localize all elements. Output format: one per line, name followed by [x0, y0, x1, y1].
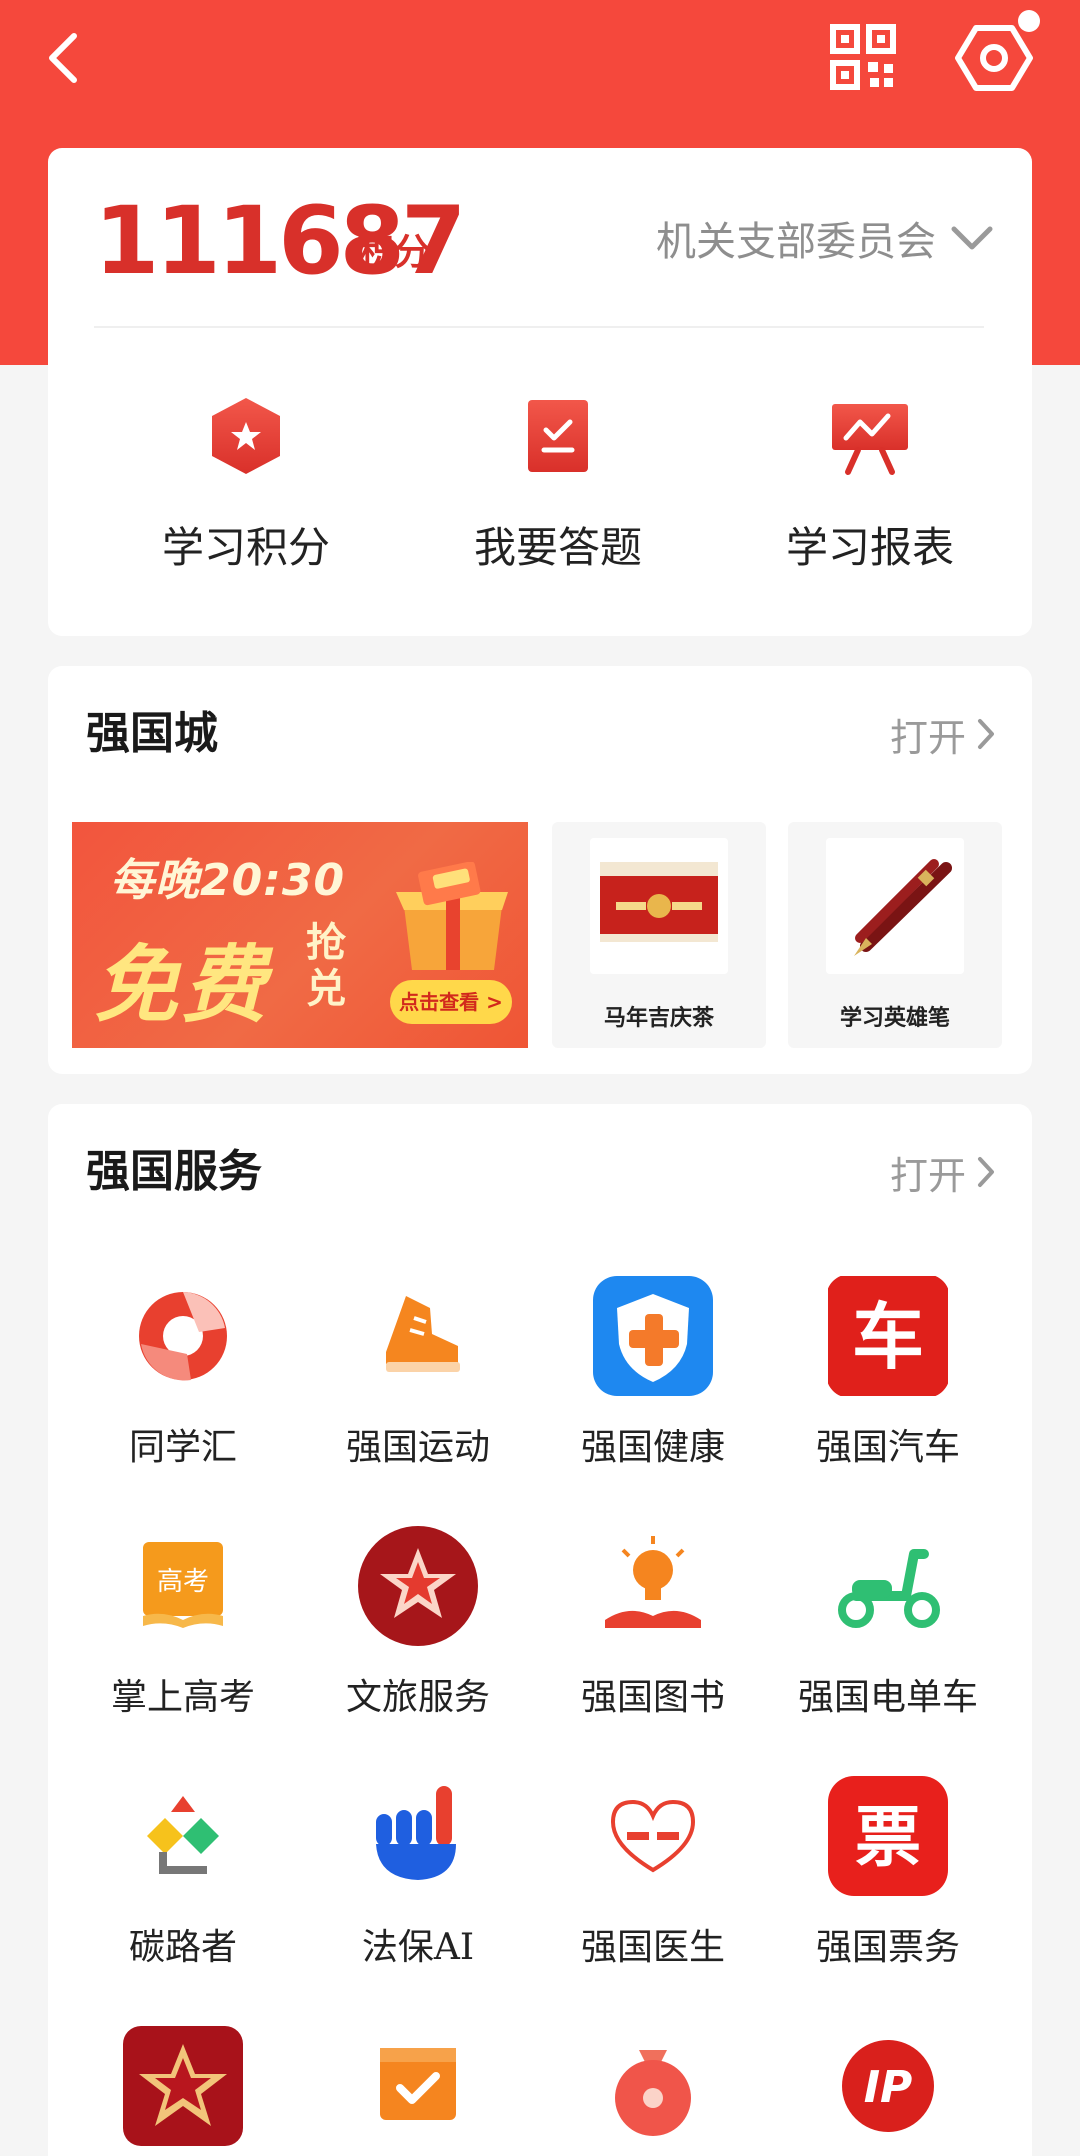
open-label: 打开 [889, 715, 966, 760]
chevron-left-icon [49, 33, 77, 83]
health-shield-icon [593, 1276, 713, 1396]
tea-box-image [590, 838, 728, 974]
service-item[interactable] [66, 2024, 300, 2156]
carbon-shapes-icon [147, 1796, 219, 1874]
service-item[interactable]: IP [771, 2024, 1005, 2156]
ip-circle-icon: IP [842, 2040, 934, 2132]
report-board-icon [832, 404, 908, 475]
divider [94, 326, 984, 328]
notification-dot [1018, 10, 1040, 32]
service-label: 法保AI [361, 1927, 475, 1968]
service-item[interactable]: 强国运动 [301, 1274, 535, 1494]
raised-hand-icon [376, 1786, 456, 1880]
fountain-pen-image [826, 838, 964, 974]
service-item[interactable] [536, 2024, 770, 2156]
service-item[interactable]: 法保AI [301, 1774, 535, 1994]
service-label: 强国运动 [345, 1427, 490, 1468]
quick-action-label: 学习积分 [161, 523, 330, 572]
banner-headline: 每晚20:30 [110, 855, 346, 906]
points-unit: 积分 [358, 232, 431, 273]
svg-text:IP: IP [864, 2062, 913, 2113]
settings-button[interactable] [954, 22, 1034, 94]
points-row: 111687 积分 机关支部委员会 [94, 192, 994, 292]
quick-action-quiz[interactable]: 我要答题 [402, 394, 714, 584]
service-label: 掌上高考 [110, 1677, 255, 1718]
qr-code-icon [830, 24, 896, 90]
quick-action-label: 学习报表 [785, 523, 954, 572]
service-label: 强国医生 [580, 1927, 725, 1968]
service-item[interactable]: 车 强国汽车 [771, 1274, 1005, 1494]
service-item[interactable]: 强国图书 [536, 1524, 770, 1744]
sneaker-icon [386, 1296, 460, 1372]
service-label: 强国图书 [580, 1677, 725, 1718]
banner-view-button[interactable]: 点击查看 > [390, 980, 512, 1024]
svg-text:车: 车 [852, 1294, 924, 1379]
quick-action-points[interactable]: 学习积分 [90, 394, 402, 584]
service-item[interactable]: 票 强国票务 [771, 1774, 1005, 1994]
tongxuehui-icon [139, 1292, 227, 1381]
mall-header: 强国城 打开 [86, 704, 996, 764]
service-label: 强国票务 [815, 1927, 960, 1968]
product-image [590, 838, 728, 974]
service-item[interactable]: 文旅服务 [301, 1524, 535, 1744]
org-selector[interactable]: 机关支部委员会 [656, 208, 994, 268]
chevron-right-icon [978, 1157, 994, 1187]
star-badge-icon [212, 398, 280, 474]
checklist-icon [528, 400, 588, 472]
quick-action-label: 我要答题 [473, 523, 642, 572]
banner-free-text: 免费 [94, 936, 271, 1034]
service-label: 文旅服务 [345, 1677, 490, 1718]
lightbulb-book-icon [605, 1536, 701, 1628]
product-name: 马年吉庆茶 [603, 1006, 714, 1031]
service-item[interactable] [301, 2024, 535, 2156]
calendar-check-icon [380, 2048, 456, 2120]
car-char-icon: 车 [828, 1276, 948, 1396]
heart-doctor-icon [610, 1799, 696, 1873]
scooter-icon [838, 1549, 940, 1628]
quick-action-report[interactable]: 学习报表 [714, 394, 1026, 584]
star-a-icon [123, 2026, 243, 2146]
section-title: 强国服务 [86, 1146, 262, 1197]
points-card: 111687 积分 机关支部委员会 学习积分 我要答题 学习报表 [48, 148, 1032, 636]
star-flower-icon [358, 1526, 478, 1646]
open-label: 打开 [889, 1153, 966, 1198]
mall-banner[interactable]: 每晚20:30 免费 抢兑 点击查看 > [72, 822, 528, 1048]
product-card[interactable]: 马年吉庆茶 [552, 822, 766, 1048]
svg-text:票: 票 [855, 1798, 921, 1876]
org-name: 机关支部委员会 [656, 219, 936, 265]
back-button[interactable] [36, 26, 100, 90]
service-item[interactable]: 强国健康 [536, 1274, 770, 1494]
quick-actions: 学习积分 我要答题 学习报表 [48, 394, 1032, 584]
services-header: 强国服务 打开 [86, 1142, 996, 1202]
service-label: 碳路者 [128, 1927, 237, 1968]
services-card: 强国服务 打开 同学汇 强国运动 强国健康 车 强国汽车 高考 掌上高考 文旅服… [48, 1104, 1032, 2156]
services-open-link[interactable]: 打开 [890, 1142, 996, 1202]
mall-card: 强国城 打开 每晚20:30 免费 抢兑 点击查看 > 马年吉庆茶 学习英雄笔 [48, 666, 1032, 1074]
gaokao-book-icon: 高考 [143, 1542, 223, 1628]
service-item[interactable]: 强国医生 [536, 1774, 770, 1994]
money-bag-icon [615, 2050, 691, 2136]
service-item[interactable]: 碳路者 [66, 1774, 300, 1994]
service-item[interactable]: 高考 掌上高考 [66, 1524, 300, 1744]
service-label: 强国电单车 [797, 1677, 978, 1718]
chevron-down-icon [951, 226, 993, 250]
svg-text:高考: 高考 [157, 1567, 209, 1597]
service-item[interactable]: 强国电单车 [771, 1524, 1005, 1744]
service-label: 同学汇 [128, 1427, 237, 1468]
service-item[interactable]: 同学汇 [66, 1274, 300, 1494]
ticket-char-icon: 票 [828, 1776, 948, 1896]
banner-redeem-text: 抢兑 [306, 920, 346, 1012]
service-label: 强国健康 [580, 1427, 725, 1468]
qr-code-button[interactable] [830, 24, 896, 90]
mall-open-link[interactable]: 打开 [890, 704, 996, 764]
service-label: 强国汽车 [815, 1427, 960, 1468]
chevron-right-icon [978, 719, 994, 749]
gift-box-icon [396, 862, 508, 970]
section-title: 强国城 [86, 708, 218, 759]
settings-hexagon-icon [955, 25, 1033, 91]
product-name: 学习英雄笔 [839, 1006, 950, 1031]
product-image [826, 838, 964, 974]
product-card[interactable]: 学习英雄笔 [788, 822, 1002, 1048]
